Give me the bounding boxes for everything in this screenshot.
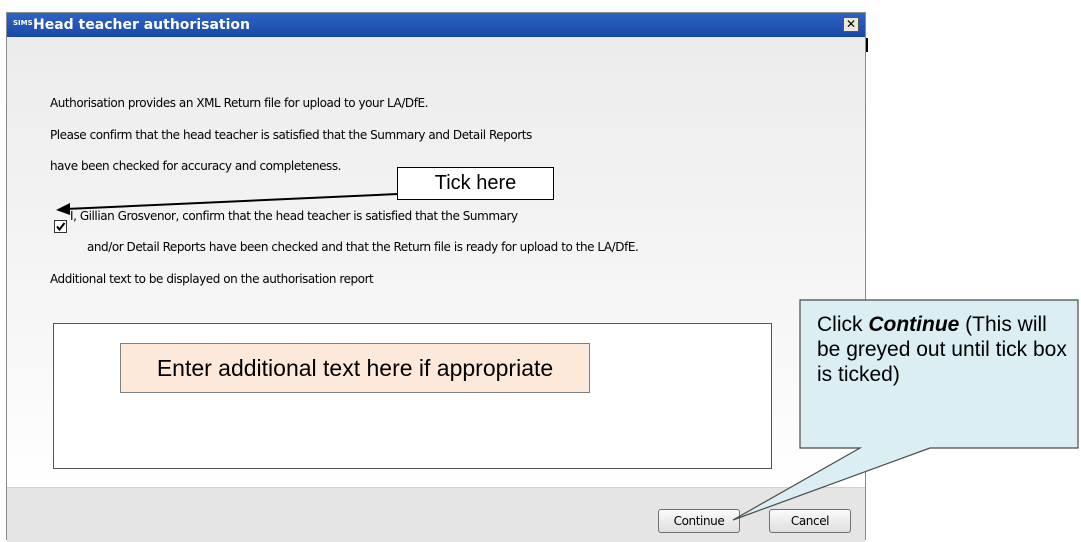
window-edge-mark <box>866 38 868 52</box>
title-bar[interactable]: SIMS Head teacher authorisation ✕ <box>7 13 865 37</box>
enter-text-hint: Enter additional text here if appropriat… <box>156 354 554 381</box>
dialog-title: Head teacher authorisation <box>33 17 250 33</box>
checkbox-label-line1: I, Gillian Grosvenor, confirm that the h… <box>70 209 518 223</box>
tick-here-text: Tick here <box>434 172 517 194</box>
authorisation-dialog: SIMS Head teacher authorisation ✕ Author… <box>6 12 866 542</box>
continue-callout-emphasis: Continue <box>868 313 960 336</box>
checkbox-label-line2: and/or Detail Reports have been checked … <box>87 240 639 254</box>
cancel-button[interactable]: Cancel <box>769 509 851 533</box>
intro-text: Authorisation provides an XML Return fil… <box>50 96 428 110</box>
confirm-text-line2: have been checked for accuracy and compl… <box>50 159 341 173</box>
confirm-text-line1: Please confirm that the head teacher is … <box>50 128 532 142</box>
continue-button-face[interactable]: Continue <box>658 509 740 533</box>
close-icon: ✕ <box>845 17 857 31</box>
continue-callout: Click Continue (This will be greyed out … <box>800 300 1078 448</box>
additional-text-label: Additional text to be displayed on the a… <box>50 272 374 286</box>
enter-text-callout: Enter additional text here if appropriat… <box>120 343 590 393</box>
sims-app-icon: SIMS <box>13 19 33 27</box>
close-button[interactable]: ✕ <box>843 17 859 32</box>
head-teacher-confirm-checkbox[interactable] <box>54 220 67 233</box>
checkmark-icon <box>56 222 66 232</box>
continue-callout-prefix: Click <box>817 313 869 336</box>
tick-here-callout: Tick here <box>397 167 554 200</box>
